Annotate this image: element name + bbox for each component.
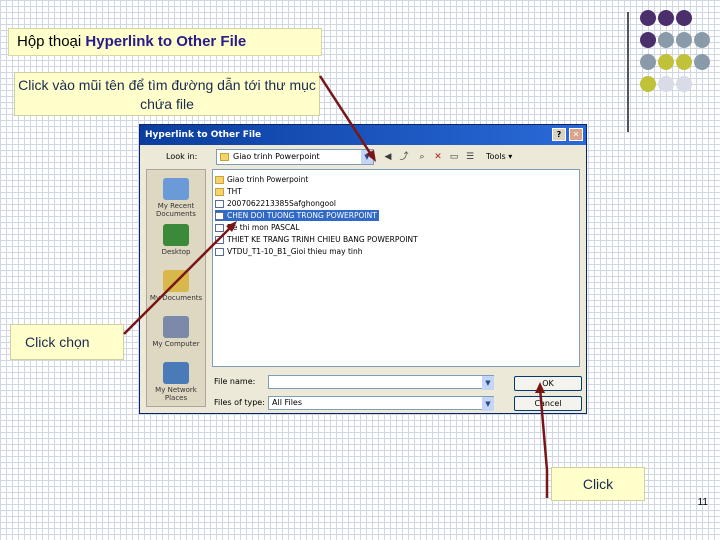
arrow-to-file bbox=[123, 225, 233, 335]
arrow-to-ok bbox=[538, 387, 549, 498]
arrow-head-dropdown bbox=[366, 150, 376, 162]
arrow-head-ok bbox=[535, 382, 545, 393]
page-number: 11 bbox=[697, 497, 708, 508]
arrow-to-dropdown bbox=[318, 75, 374, 157]
callout-arrows bbox=[123, 75, 549, 498]
